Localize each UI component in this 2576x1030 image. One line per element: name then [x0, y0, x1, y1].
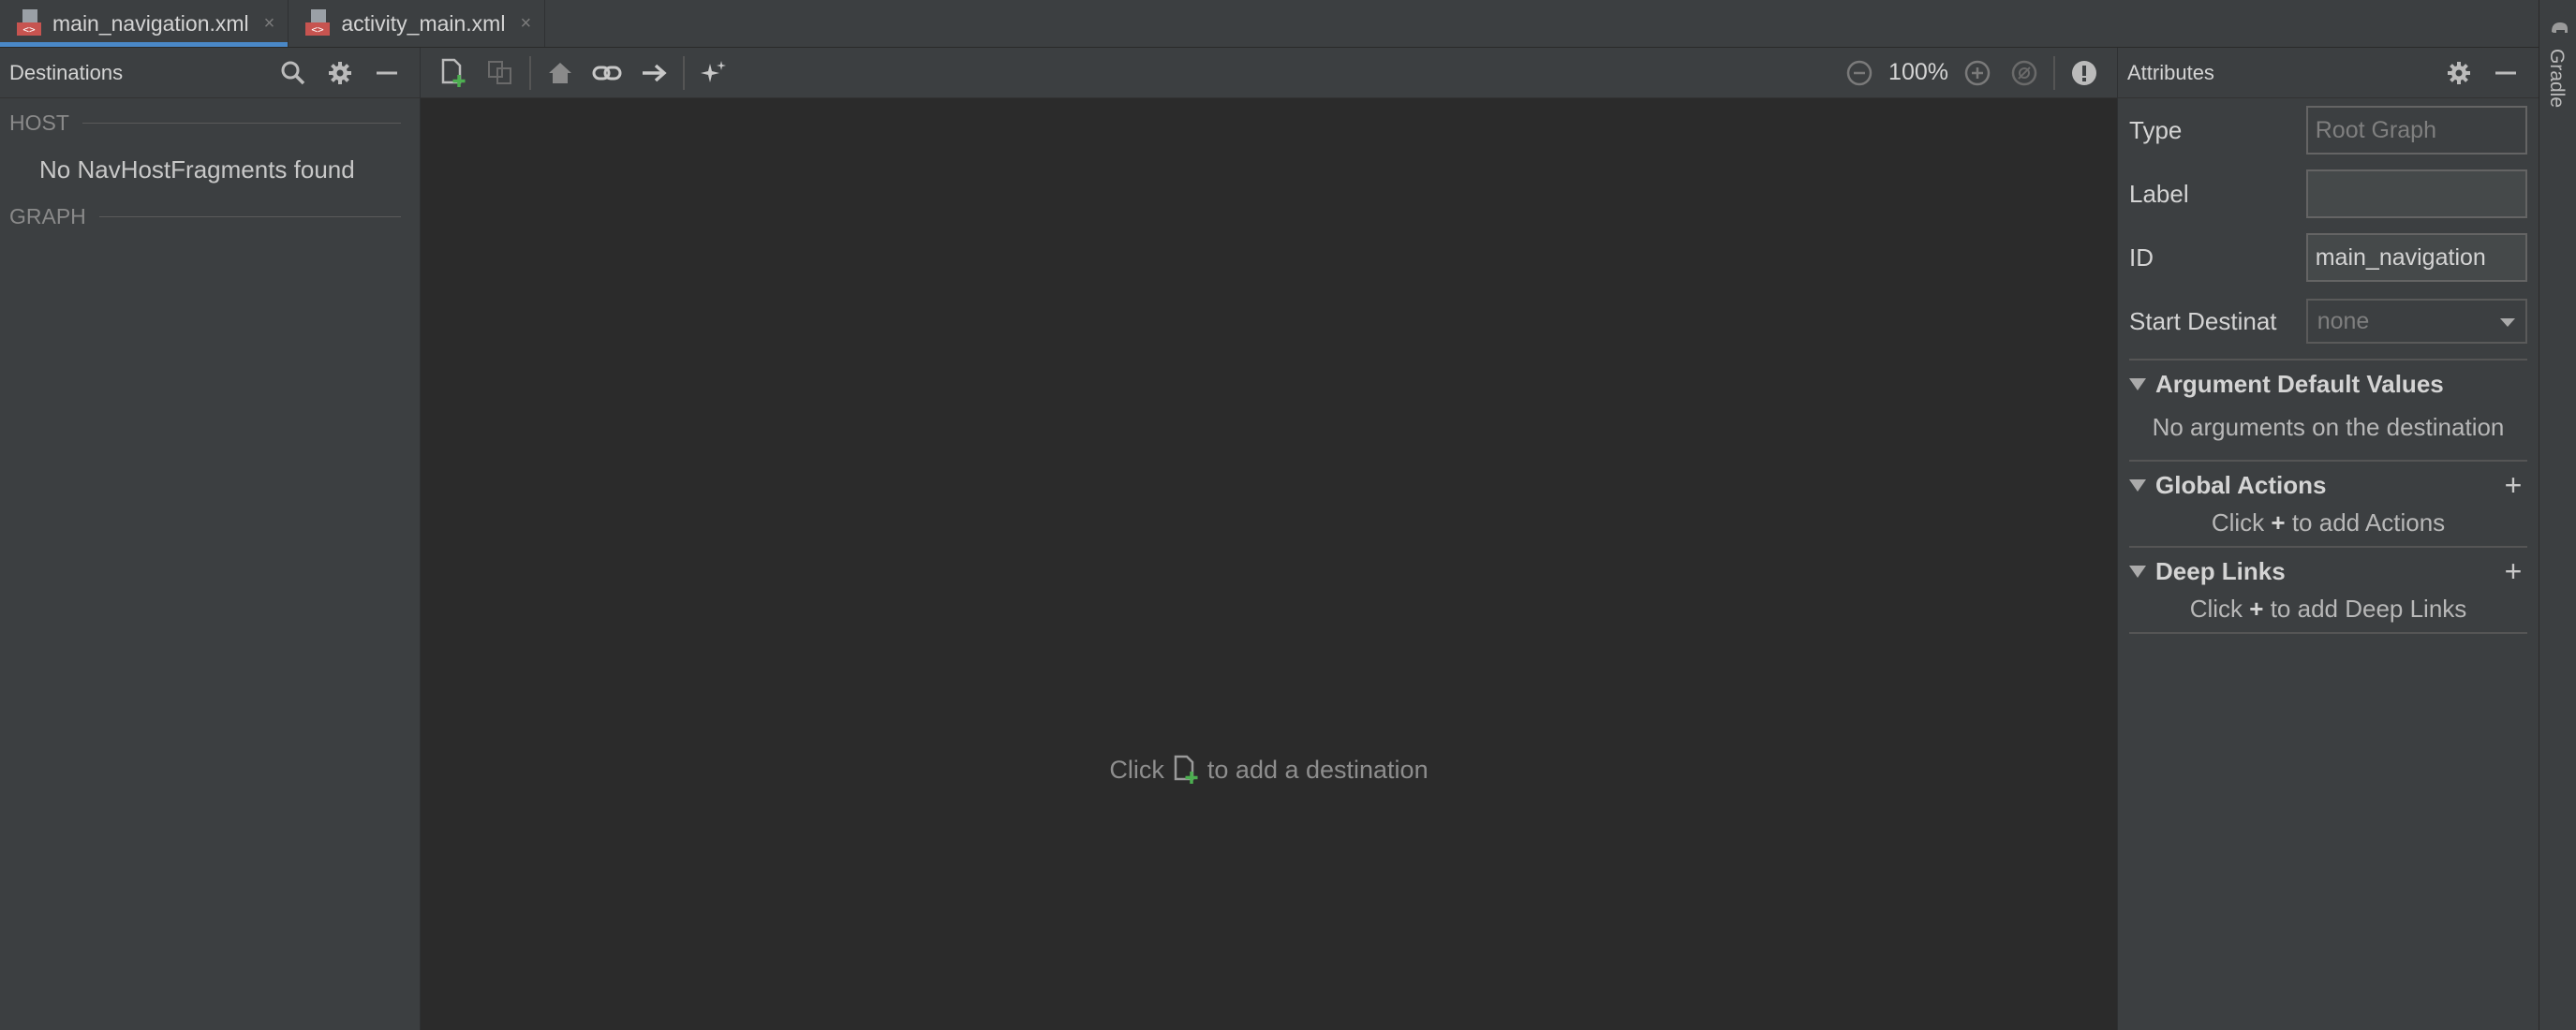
- start-destination-row: Start Destinat none: [2118, 289, 2539, 353]
- add-deep-link-button[interactable]: +: [2499, 554, 2527, 589]
- minimize-icon[interactable]: [363, 54, 410, 92]
- host-section-label: HOST: [9, 110, 69, 135]
- tab-activity-main[interactable]: <> activity_main.xml ×: [289, 0, 546, 47]
- navigation-design-surface: 100% Click to add a destination: [421, 48, 2117, 1030]
- attributes-title: Attributes: [2127, 60, 2214, 84]
- id-label: ID: [2129, 243, 2154, 272]
- start-destination-select[interactable]: none: [2305, 299, 2527, 344]
- toolbar-divider: [2053, 55, 2055, 90]
- hint-text: to add Deep Links: [2270, 595, 2467, 623]
- start-destination-label: Start Destinat: [2129, 306, 2277, 335]
- hint-text: to add Actions: [2291, 508, 2446, 537]
- xml-file-icon: <>: [305, 9, 332, 37]
- warning-icon[interactable]: [2061, 52, 2108, 94]
- start-destination-value: none: [2317, 307, 2370, 334]
- hint-text-after: to add a destination: [1207, 755, 1429, 784]
- destinations-header: Destinations: [0, 48, 420, 98]
- collapse-caret-icon[interactable]: [2129, 478, 2146, 492]
- zoom-to-fit-icon[interactable]: [2001, 52, 2048, 94]
- collapse-caret-icon[interactable]: [2129, 565, 2146, 578]
- attributes-panel: Attributes Type Root Graph Label ID main…: [2117, 48, 2539, 1030]
- close-icon[interactable]: ×: [264, 13, 275, 35]
- section-divider: [81, 122, 401, 124]
- chevron-down-icon: [2499, 308, 2516, 335]
- empty-canvas-hint: Click to add a destination: [421, 755, 2117, 785]
- deep-links-title: Deep Links: [2155, 556, 2286, 585]
- graph-section-header: GRAPH: [0, 192, 420, 241]
- argument-defaults-empty: No arguments on the destination: [2152, 413, 2505, 441]
- graph-section-label: GRAPH: [9, 203, 86, 228]
- type-label: Type: [2129, 115, 2183, 144]
- host-empty-message: No NavHostFragments found: [39, 155, 355, 184]
- gear-icon[interactable]: [317, 54, 363, 92]
- navigation-toolbar: 100%: [421, 48, 2117, 98]
- add-action-button[interactable]: +: [2499, 468, 2527, 503]
- tab-label: activity_main.xml: [341, 10, 506, 36]
- label-field[interactable]: [2305, 169, 2527, 218]
- global-actions-section: Global Actions + Click + to add Actions: [2118, 462, 2539, 540]
- hint-text: Click: [2189, 595, 2243, 623]
- type-row: Type Root Graph: [2118, 98, 2539, 162]
- hint-text: Click: [2211, 508, 2265, 537]
- search-icon[interactable]: [270, 54, 317, 92]
- gear-icon[interactable]: [2435, 54, 2482, 92]
- arrow-right-icon[interactable]: [630, 52, 677, 94]
- collapse-caret-icon[interactable]: [2129, 377, 2146, 390]
- global-actions-title: Global Actions: [2155, 470, 2327, 499]
- link-icon[interactable]: [584, 52, 630, 94]
- close-icon[interactable]: ×: [520, 13, 531, 35]
- zoom-in-icon[interactable]: [1954, 52, 2001, 94]
- id-row: ID main_navigation: [2118, 226, 2539, 289]
- tab-label: main_navigation.xml: [52, 10, 249, 36]
- id-field[interactable]: main_navigation: [2305, 233, 2527, 282]
- editor-tab-bar: <> main_navigation.xml × <> activity_mai…: [0, 0, 2539, 48]
- minimize-icon[interactable]: [2482, 54, 2529, 92]
- zoom-level: 100%: [1888, 59, 1948, 85]
- host-section-header: HOST: [0, 98, 420, 147]
- nested-graph-icon[interactable]: [477, 52, 524, 94]
- argument-defaults-header[interactable]: Argument Default Values: [2129, 360, 2527, 407]
- argument-defaults-title: Argument Default Values: [2155, 369, 2444, 398]
- svg-text:<>: <>: [22, 23, 36, 36]
- label-row: Label: [2118, 162, 2539, 226]
- hint-text-before: Click: [1109, 755, 1164, 784]
- home-icon[interactable]: [537, 52, 584, 94]
- argument-defaults-section: Argument Default Values No arguments on …: [2118, 360, 2539, 447]
- svg-text:<>: <>: [312, 23, 325, 36]
- section-divider: [98, 215, 401, 217]
- new-destination-icon[interactable]: [430, 52, 477, 94]
- xml-file-icon: <>: [17, 9, 43, 37]
- deep-links-section: Deep Links + Click + to add Deep Links: [2118, 548, 2539, 626]
- elephant-icon: [2549, 17, 2569, 37]
- attributes-header: Attributes: [2118, 48, 2539, 98]
- toolbar-divider: [683, 55, 685, 90]
- destinations-title: Destinations: [9, 60, 124, 84]
- deep-links-header[interactable]: Deep Links +: [2129, 548, 2527, 595]
- zoom-out-icon[interactable]: [1836, 52, 1883, 94]
- deep-links-hint: Click + to add Deep Links: [2129, 595, 2527, 626]
- plus-glyph: +: [2271, 508, 2286, 537]
- gradle-tool-strip: Gradle: [2539, 0, 2576, 1030]
- auto-arrange-icon[interactable]: [690, 52, 737, 94]
- type-field: Root Graph: [2305, 106, 2527, 154]
- plus-glyph: +: [2249, 595, 2264, 623]
- global-actions-hint: Click + to add Actions: [2129, 508, 2527, 540]
- label-label: Label: [2129, 179, 2189, 208]
- destinations-panel: Destinations HOST No NavHostFragments fo…: [0, 48, 421, 1030]
- toolbar-divider: [529, 55, 531, 90]
- gradle-tool-button[interactable]: Gradle: [2545, 49, 2568, 108]
- tab-main-navigation[interactable]: <> main_navigation.xml ×: [0, 0, 289, 47]
- global-actions-header[interactable]: Global Actions +: [2129, 462, 2527, 508]
- new-destination-icon[interactable]: [1172, 755, 1200, 785]
- section-divider: [2129, 632, 2527, 634]
